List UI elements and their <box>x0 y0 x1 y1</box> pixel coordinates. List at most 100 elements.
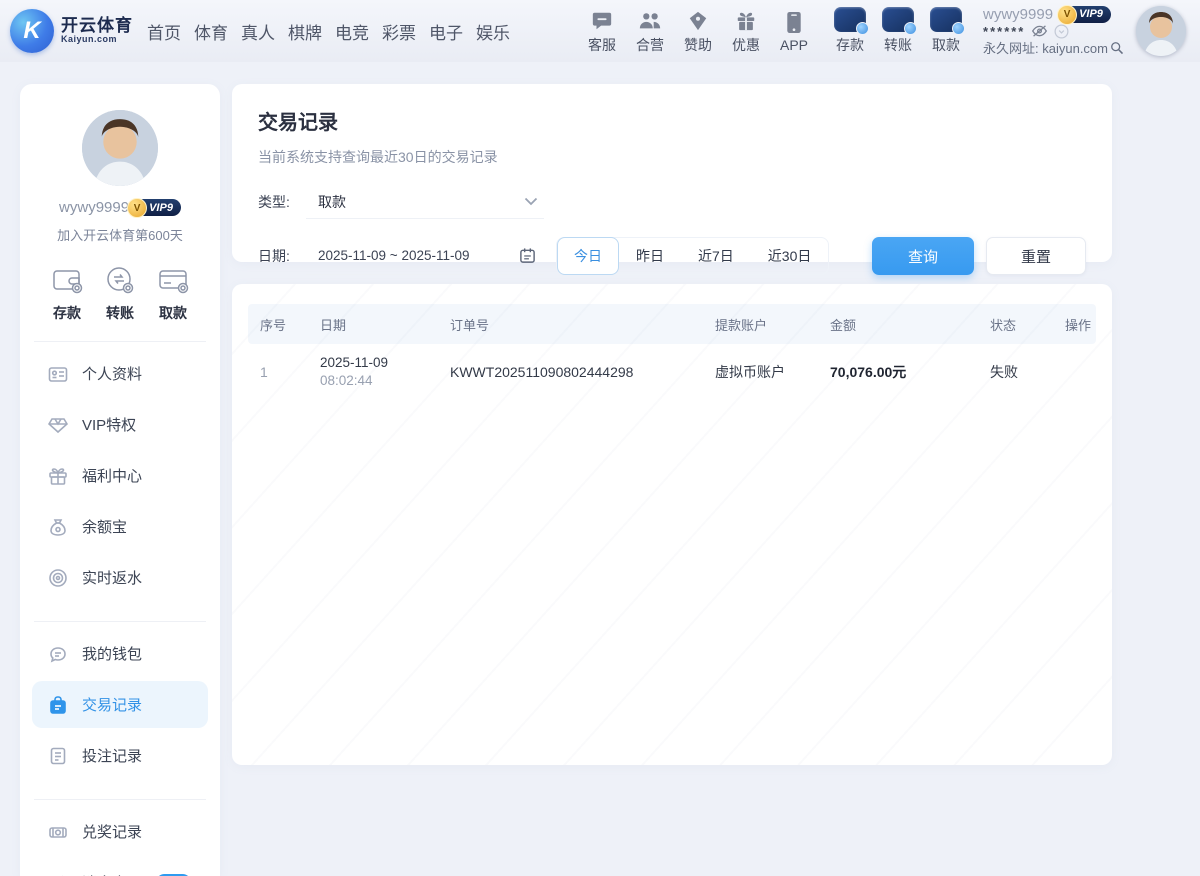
search-button[interactable]: 查询 <box>872 237 974 275</box>
date-label: 日期: <box>258 246 306 266</box>
benefits-gift-icon <box>48 466 68 486</box>
nav-item-cards[interactable]: 棋牌 <box>288 19 322 44</box>
sponsor-badge-icon <box>687 8 709 32</box>
col-index: 序号 <box>260 315 320 334</box>
chevron-down-icon <box>524 197 538 206</box>
nav-item-sports[interactable]: 体育 <box>194 19 228 44</box>
sidebar-item-yuebao[interactable]: 余额宝 <box>20 501 220 552</box>
topbar-service-icons: 客服 合营 赞助 优惠 APP <box>581 8 815 55</box>
phone-icon <box>786 10 802 34</box>
diamond-icon <box>48 415 68 435</box>
permanent-url-label: 永久网址: kaiyun.com <box>983 40 1108 57</box>
withdraw-card-icon <box>930 8 962 32</box>
cell-index: 1 <box>260 364 320 380</box>
sponsor-button[interactable]: 赞助 <box>677 8 719 55</box>
sidebar-item-benefits[interactable]: 福利中心 <box>20 450 220 501</box>
nav-item-home[interactable]: 首页 <box>147 19 181 44</box>
table-header-row: 序号 日期 订单号 提款账户 金额 状态 操作 <box>248 304 1096 344</box>
profile-avatar[interactable] <box>82 110 158 186</box>
transaction-bag-icon <box>48 695 68 715</box>
type-label: 类型: <box>258 192 306 212</box>
bank-card-icon <box>156 264 190 296</box>
sidebar-item-bets[interactable]: 投注记录 <box>20 730 220 781</box>
main-nav: 首页 体育 真人 棋牌 电竞 彩票 电子 娱乐 <box>147 19 510 44</box>
wallet-icon <box>50 264 84 296</box>
money-bag-icon <box>48 517 68 537</box>
topbar: K 开云体育 Kaiyun.com 首页 体育 真人 棋牌 电竞 彩票 电子 娱… <box>0 0 1200 62</box>
date-range-input[interactable]: 2025-11-09 ~ 2025-11-09 <box>306 237 544 275</box>
magnifier-icon[interactable] <box>1110 41 1124 55</box>
user-info-block: wywy9999 VIP9 ****** 永久网址: kaiyun.com <box>983 6 1124 57</box>
chevron-circle-icon[interactable] <box>1054 24 1069 39</box>
page-title: 交易记录 <box>258 106 1086 135</box>
page-subtitle: 当前系统支持查询最近30日的交易记录 <box>258 147 1086 167</box>
partners-button[interactable]: 合营 <box>629 8 671 55</box>
sidebar-item-transactions[interactable]: 交易记录 <box>20 679 220 730</box>
promotions-button[interactable]: 优惠 <box>725 8 767 55</box>
transfer-button[interactable]: 转账 <box>877 8 919 55</box>
sidebar-item-vip[interactable]: VIP特权 <box>20 399 220 450</box>
eye-off-icon[interactable] <box>1031 24 1048 38</box>
chat-icon <box>591 8 613 32</box>
nav-item-live[interactable]: 真人 <box>241 19 275 44</box>
range-30days-button[interactable]: 近30日 <box>751 237 829 275</box>
sidebar-transfer-button[interactable]: 转账 <box>103 264 137 323</box>
divider <box>34 621 206 622</box>
nav-item-lottery[interactable]: 彩票 <box>382 19 416 44</box>
cell-date: 2025-11-09 08:02:44 <box>320 354 450 390</box>
type-select[interactable]: 取款 <box>306 185 544 219</box>
sidebar-item-rebate[interactable]: 实时返水 <box>20 552 220 603</box>
app-download-button[interactable]: APP <box>773 10 815 53</box>
sidebar-item-redeem[interactable]: 兑奖记录 <box>20 806 220 857</box>
cell-status: 失败 <box>990 362 1065 382</box>
vip-badge: VIP9 <box>1065 6 1111 23</box>
divider <box>34 799 206 800</box>
col-date: 日期 <box>320 315 450 334</box>
sidebar-withdraw-button[interactable]: 取款 <box>156 264 190 323</box>
logo-site-name: 开云体育 <box>61 17 133 35</box>
logo-k-icon: K <box>10 9 54 53</box>
col-status: 状态 <box>990 315 1065 334</box>
masked-balance: ****** <box>983 23 1025 40</box>
range-today-button[interactable]: 今日 <box>557 237 619 275</box>
reset-button[interactable]: 重置 <box>986 237 1086 275</box>
transfer-card-icon <box>882 8 914 32</box>
nav-item-entertainment[interactable]: 娱乐 <box>476 19 510 44</box>
partners-icon <box>638 8 662 32</box>
piggy-bank-icon <box>48 644 68 664</box>
sidebar-item-messages[interactable]: 消息中心 99+ <box>20 857 220 876</box>
transactions-table-card: 序号 日期 订单号 提款账户 金额 状态 操作 1 2025-11-09 08:… <box>232 284 1112 765</box>
table-row: 1 2025-11-09 08:02:44 KWWT20251109080244… <box>248 344 1096 400</box>
site-logo[interactable]: K 开云体育 Kaiyun.com <box>10 9 133 53</box>
logo-domain: Kaiyun.com <box>61 35 133 44</box>
profile-username: wywy9999 <box>59 199 129 216</box>
sidebar-quick-actions: 存款 转账 取款 <box>20 264 220 323</box>
col-amount: 金额 <box>830 315 990 334</box>
nav-item-esports[interactable]: 电竞 <box>335 19 369 44</box>
sidebar-deposit-button[interactable]: 存款 <box>50 264 84 323</box>
redeem-prize-icon <box>48 822 68 842</box>
cell-order-no: KWWT202511090802444298 <box>450 364 715 380</box>
col-order-no: 订单号 <box>450 315 715 334</box>
divider <box>34 341 206 342</box>
type-select-value: 取款 <box>318 192 346 212</box>
calendar-icon <box>519 247 536 264</box>
range-7days-button[interactable]: 近7日 <box>681 237 751 275</box>
nav-item-slots[interactable]: 电子 <box>429 19 463 44</box>
id-card-icon <box>48 364 68 384</box>
topbar-username: wywy9999 <box>983 6 1053 23</box>
cell-amount: 70,076.00元 <box>830 362 990 382</box>
customer-service-button[interactable]: 客服 <box>581 8 623 55</box>
deposit-button[interactable]: 存款 <box>829 8 871 55</box>
sidebar-item-profile[interactable]: 个人资料 <box>20 348 220 399</box>
joined-days-text: 加入开云体育第600天 <box>20 225 220 244</box>
range-yesterday-button[interactable]: 昨日 <box>619 237 681 275</box>
exchange-icon <box>103 264 137 296</box>
sidebar-item-wallet[interactable]: 我的钱包 <box>20 628 220 679</box>
sidebar: wywy9999 VIP9 加入开云体育第600天 存款 转账 取款 个人资 <box>20 84 220 876</box>
date-quick-ranges: 今日 昨日 近7日 近30日 <box>556 237 829 275</box>
megaphone-icon <box>48 873 68 876</box>
withdraw-button[interactable]: 取款 <box>925 8 967 55</box>
avatar[interactable] <box>1136 6 1186 56</box>
date-range-value: 2025-11-09 ~ 2025-11-09 <box>318 248 470 263</box>
